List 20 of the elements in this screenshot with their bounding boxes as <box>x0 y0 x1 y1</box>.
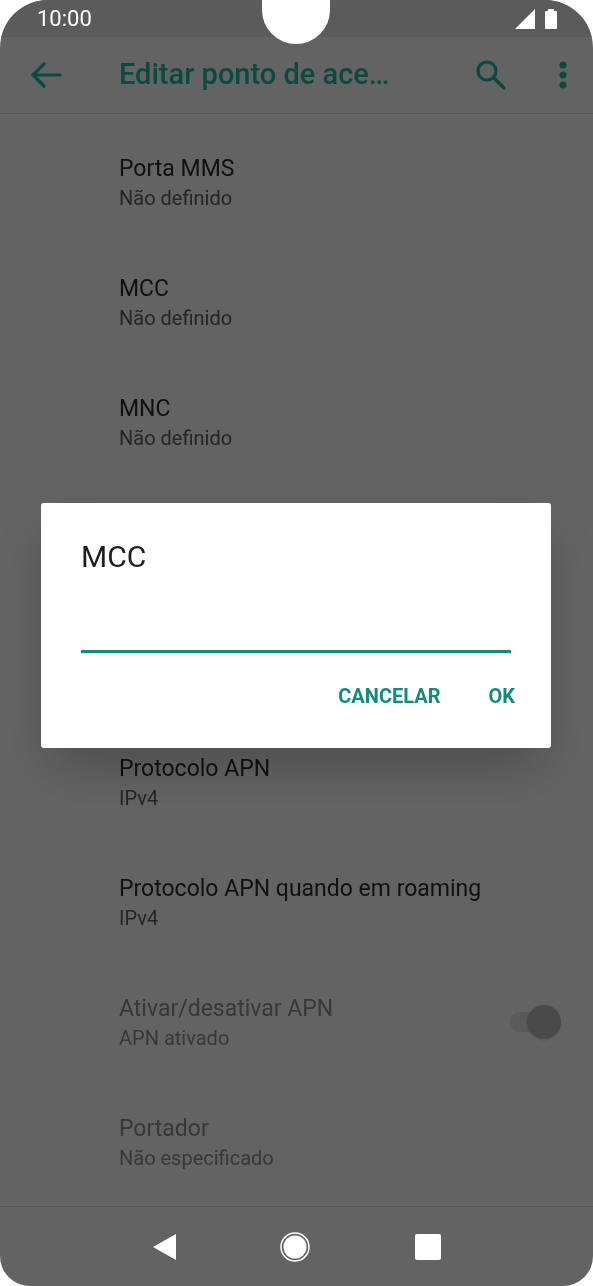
setting-summary: IPv4 <box>119 905 160 932</box>
dialog-title: MCC <box>81 538 148 576</box>
dialog-button[interactable]: CANCELAR <box>328 675 451 717</box>
setting-summary: Não definido <box>119 185 234 212</box>
nav-recents-icon[interactable] <box>414 1233 441 1260</box>
setting-title: Protocolo APN <box>119 754 272 784</box>
dialog-button[interactable]: OK <box>478 675 525 717</box>
setting-title: Protocolo APN quando em roaming <box>119 874 483 904</box>
toolbar-title: Editar ponto de ace… <box>119 56 391 94</box>
status-time: 10:00 <box>37 5 92 34</box>
setting-summary: Não definido <box>119 305 234 332</box>
setting-summary: Não definido <box>119 425 234 452</box>
setting-title: MCC <box>119 274 171 304</box>
signal-icon <box>515 8 535 29</box>
setting-title: MNC <box>119 394 172 424</box>
setting-title: Porta MMS <box>119 154 236 184</box>
nav-home-icon[interactable] <box>280 1231 311 1262</box>
battery-icon <box>545 8 557 29</box>
setting-summary: IPv4 <box>119 785 160 812</box>
nav-back-icon[interactable] <box>152 1232 177 1261</box>
